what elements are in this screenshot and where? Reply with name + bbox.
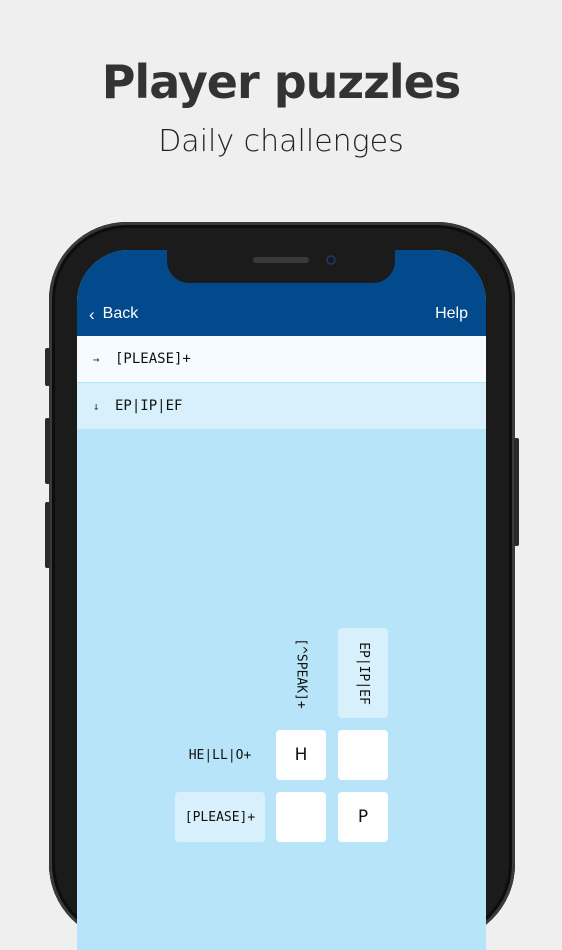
grid-cell-r1c2[interactable] (338, 730, 388, 780)
clue-text: EP|IP|EF (115, 398, 183, 414)
phone-screen: ‹ Back Help → [PLEASE]+ ↓ EP|IP|EF [^SPE… (77, 250, 486, 950)
help-button[interactable]: Help (435, 305, 468, 323)
row-clue-1[interactable]: HE|LL|O+ (175, 730, 265, 780)
camera-icon (326, 255, 336, 265)
clue-row-across[interactable]: → [PLEASE]+ (77, 336, 486, 382)
phone-volume-up (45, 418, 50, 484)
phone-power-button (514, 438, 519, 546)
right-arrow-icon: → (92, 352, 100, 366)
promo-title: Player puzzles (101, 55, 462, 109)
column-clue-1[interactable]: [^SPEAK]+ (276, 628, 326, 718)
column-clue-2[interactable]: EP|IP|EF (338, 628, 388, 718)
clue-text: [PLEASE]+ (115, 351, 191, 367)
grid-cell-r1c1[interactable]: H (276, 730, 326, 780)
column-clue-text: [^SPEAK]+ (293, 637, 309, 709)
down-arrow-icon: ↓ (92, 399, 100, 413)
promo-subtitle: Daily challenges (158, 124, 404, 159)
column-clue-text: EP|IP|EF (355, 641, 371, 705)
phone-volume-down (45, 502, 50, 568)
back-button[interactable]: ‹ Back (89, 305, 138, 323)
speaker-grille (253, 257, 309, 263)
row-clue-2[interactable]: [PLEASE]+ (175, 792, 265, 842)
back-label: Back (102, 305, 139, 322)
grid-cell-r2c2[interactable]: P (338, 792, 388, 842)
clue-row-down[interactable]: ↓ EP|IP|EF (77, 383, 486, 429)
row-clue-text: HE|LL|O+ (188, 747, 252, 763)
phone-mute-switch (45, 348, 50, 386)
chevron-left-icon: ‹ (89, 304, 95, 324)
phone-notch (167, 250, 395, 283)
row-clue-text: [PLEASE]+ (184, 809, 256, 825)
grid-cell-r2c1[interactable] (276, 792, 326, 842)
